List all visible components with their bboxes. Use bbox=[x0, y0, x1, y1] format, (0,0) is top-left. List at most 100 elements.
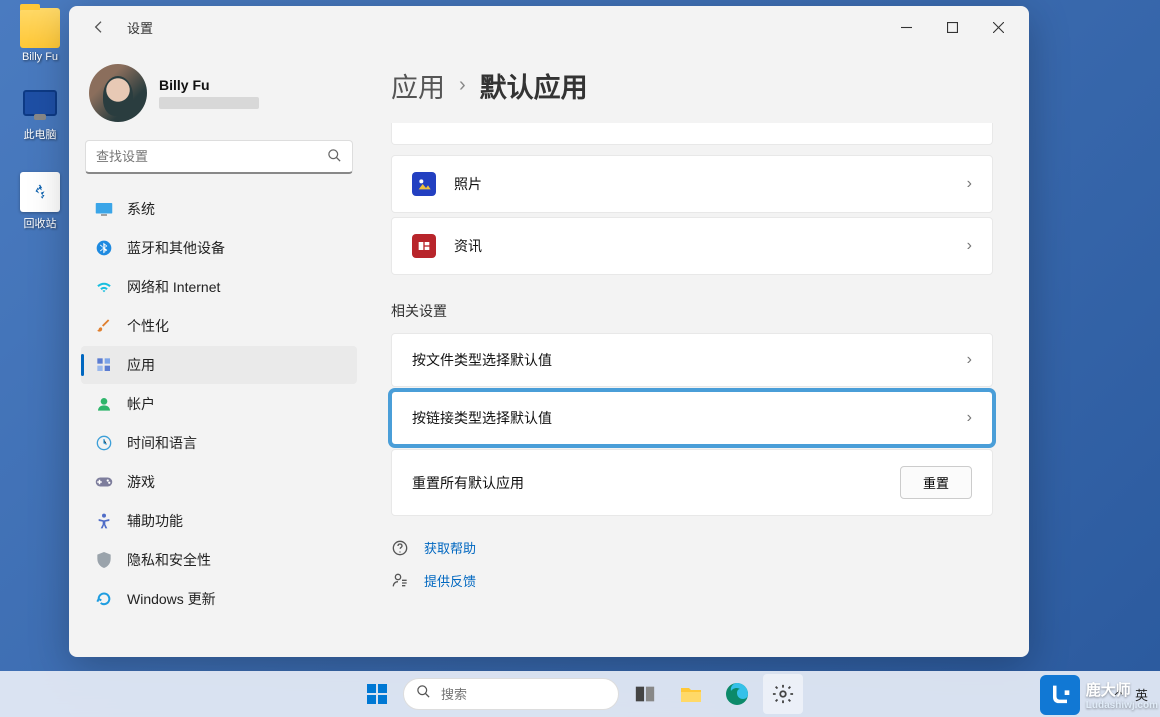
desktop-icon-this-pc[interactable]: 此电脑 bbox=[8, 90, 72, 142]
nav-label: 辅助功能 bbox=[127, 511, 183, 531]
nav-label: 应用 bbox=[127, 355, 155, 375]
content-area: 应用 › 默认应用 照片 › 资讯 › 相关设置 按文件类型选择默认值 › bbox=[369, 48, 1029, 657]
help-icon bbox=[391, 540, 409, 556]
folder-icon bbox=[20, 8, 60, 48]
nav-label: 隐私和安全性 bbox=[127, 550, 211, 570]
nav-label: 系统 bbox=[127, 199, 155, 219]
nav-accessibility[interactable]: 辅助功能 bbox=[81, 502, 357, 540]
user-account-block[interactable]: Billy Fu bbox=[79, 58, 359, 140]
taskbar: 英 bbox=[0, 671, 1160, 717]
nav-system[interactable]: 系统 bbox=[81, 190, 357, 228]
nav-label: Windows 更新 bbox=[127, 589, 216, 609]
desktop-icon-label: Billy Fu bbox=[8, 51, 72, 63]
nav-network[interactable]: 网络和 Internet bbox=[81, 268, 357, 306]
user-email-redacted bbox=[159, 97, 259, 109]
nav-label: 个性化 bbox=[127, 316, 169, 336]
nav-apps[interactable]: 应用 bbox=[81, 346, 357, 384]
section-title-related: 相关设置 bbox=[391, 301, 993, 321]
chevron-right-icon: › bbox=[967, 175, 972, 193]
nav-label: 蓝牙和其他设备 bbox=[127, 238, 225, 258]
bluetooth-icon bbox=[95, 239, 113, 257]
person-icon bbox=[95, 395, 113, 413]
desktop-icon-label: 回收站 bbox=[8, 215, 72, 231]
start-button[interactable] bbox=[357, 674, 397, 714]
user-name: Billy Fu bbox=[159, 77, 259, 93]
chevron-right-icon: › bbox=[459, 74, 466, 97]
taskbar-search[interactable] bbox=[403, 678, 619, 710]
nav-privacy[interactable]: 隐私和安全性 bbox=[81, 541, 357, 579]
desktop-icon-label: 此电脑 bbox=[8, 126, 72, 142]
nav-bluetooth[interactable]: 蓝牙和其他设备 bbox=[81, 229, 357, 267]
close-button[interactable] bbox=[975, 12, 1021, 42]
maximize-button[interactable] bbox=[929, 12, 975, 42]
nav-label: 时间和语言 bbox=[127, 433, 197, 453]
nav-label: 网络和 Internet bbox=[127, 277, 220, 297]
give-feedback-link[interactable]: 提供反馈 bbox=[391, 571, 993, 590]
brush-icon bbox=[95, 317, 113, 335]
nav-windows-update[interactable]: Windows 更新 bbox=[81, 580, 357, 618]
get-help-link[interactable]: 获取帮助 bbox=[391, 538, 993, 557]
globe-clock-icon bbox=[95, 434, 113, 452]
news-app-icon bbox=[412, 234, 436, 258]
card-label: 按文件类型选择默认值 bbox=[412, 350, 949, 370]
chevron-right-icon: › bbox=[967, 409, 972, 427]
card-label: 资讯 bbox=[454, 236, 949, 256]
reset-button[interactable]: 重置 bbox=[900, 466, 972, 499]
app-card-photos[interactable]: 照片 › bbox=[391, 155, 993, 213]
link-label: 提供反馈 bbox=[424, 571, 476, 590]
titlebar: 设置 bbox=[69, 6, 1029, 48]
card-label: 按链接类型选择默认值 bbox=[412, 408, 949, 428]
taskbar-file-explorer[interactable] bbox=[671, 674, 711, 714]
shield-icon bbox=[95, 551, 113, 569]
nav-label: 帐户 bbox=[127, 394, 155, 414]
link-label: 获取帮助 bbox=[424, 538, 476, 557]
feedback-icon bbox=[391, 573, 409, 589]
wifi-icon bbox=[95, 278, 113, 296]
taskbar-task-view[interactable] bbox=[625, 674, 665, 714]
search-icon bbox=[416, 684, 431, 704]
breadcrumb-parent[interactable]: 应用 bbox=[391, 66, 445, 105]
windows-update-icon bbox=[95, 590, 113, 608]
taskbar-edge[interactable] bbox=[717, 674, 757, 714]
nav-personalize[interactable]: 个性化 bbox=[81, 307, 357, 345]
watermark-url: Ludashiwj.com bbox=[1086, 700, 1158, 711]
breadcrumb-current: 默认应用 bbox=[480, 66, 588, 105]
apps-icon bbox=[95, 356, 113, 374]
nav-list: 系统 蓝牙和其他设备 网络和 Internet 个性化 应用 帐户 时间和语言 … bbox=[79, 190, 359, 618]
minimize-button[interactable] bbox=[883, 12, 929, 42]
card-label: 照片 bbox=[454, 174, 949, 194]
nav-gaming[interactable]: 游戏 bbox=[81, 463, 357, 501]
nav-label: 游戏 bbox=[127, 472, 155, 492]
back-button[interactable] bbox=[85, 13, 113, 41]
taskbar-settings[interactable] bbox=[763, 674, 803, 714]
desktop-icon-recycle-bin[interactable]: 回收站 bbox=[8, 172, 72, 231]
search-input[interactable] bbox=[96, 149, 327, 164]
watermark-logo-icon bbox=[1040, 675, 1080, 715]
nav-time-language[interactable]: 时间和语言 bbox=[81, 424, 357, 462]
card-partial-top bbox=[391, 123, 993, 145]
settings-window: 设置 Billy Fu 系统 bbox=[69, 6, 1029, 657]
desktop-icon-folder[interactable]: Billy Fu bbox=[8, 8, 72, 63]
card-reset-defaults: 重置所有默认应用 重置 bbox=[391, 449, 993, 516]
app-card-news[interactable]: 资讯 › bbox=[391, 217, 993, 275]
monitor-icon bbox=[23, 90, 57, 116]
accessibility-icon bbox=[95, 512, 113, 530]
photos-app-icon bbox=[412, 172, 436, 196]
footer-links: 获取帮助 提供反馈 bbox=[391, 538, 993, 590]
gamepad-icon bbox=[95, 473, 113, 491]
card-by-filetype[interactable]: 按文件类型选择默认值 › bbox=[391, 333, 993, 387]
display-icon bbox=[95, 200, 113, 218]
sidebar: Billy Fu 系统 蓝牙和其他设备 网络和 Internet 个性化 应用 … bbox=[69, 48, 369, 657]
recycle-bin-icon bbox=[20, 172, 60, 212]
window-title: 设置 bbox=[127, 18, 153, 37]
search-icon bbox=[327, 148, 342, 166]
search-settings[interactable] bbox=[85, 140, 353, 174]
watermark: 鹿大师 Ludashiwj.com bbox=[1040, 675, 1158, 715]
watermark-brand: 鹿大师 bbox=[1086, 682, 1131, 699]
card-label: 重置所有默认应用 bbox=[412, 473, 882, 493]
chevron-right-icon: › bbox=[967, 351, 972, 369]
breadcrumb: 应用 › 默认应用 bbox=[391, 66, 993, 105]
taskbar-search-input[interactable] bbox=[441, 687, 617, 702]
nav-accounts[interactable]: 帐户 bbox=[81, 385, 357, 423]
card-by-linktype[interactable]: 按链接类型选择默认值 › bbox=[391, 391, 993, 445]
